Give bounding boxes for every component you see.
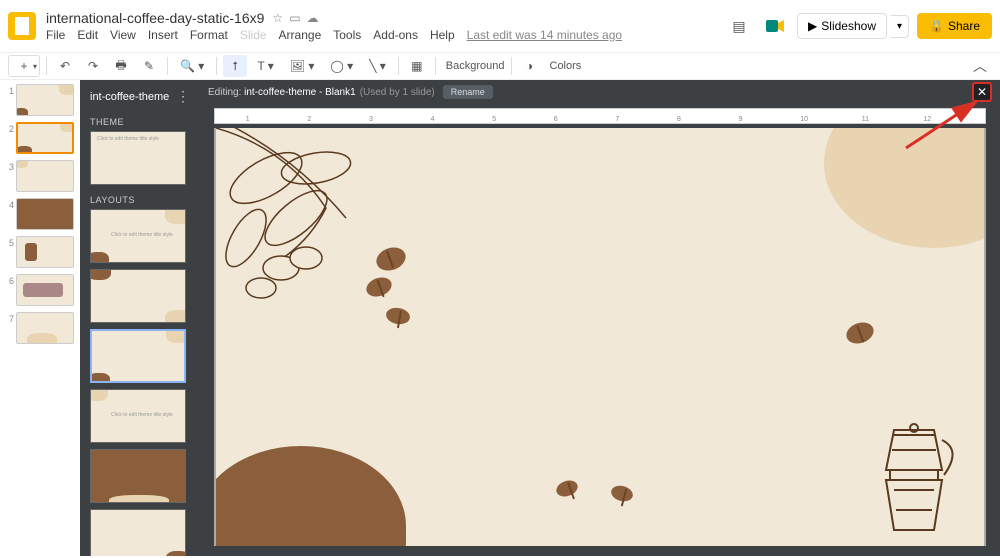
title-area: international-coffee-day-static-16x9 ☆ ▭… bbox=[46, 10, 725, 42]
last-edit-label[interactable]: Last edit was 14 minutes ago bbox=[467, 28, 622, 42]
slideshow-label: Slideshow bbox=[821, 19, 876, 33]
colors-button[interactable]: Colors bbox=[550, 60, 582, 72]
layout-thumb[interactable] bbox=[90, 269, 186, 323]
layouts-section-label: LAYOUTS bbox=[90, 191, 190, 209]
menu-view[interactable]: View bbox=[110, 28, 136, 42]
select-tool[interactable]: ⭡ bbox=[223, 55, 247, 77]
horizontal-ruler: 1 2 3 4 5 6 7 8 9 10 11 12 bbox=[214, 108, 986, 124]
coffee-bean-icon bbox=[609, 483, 634, 503]
leaf-sketch-decoration bbox=[214, 128, 446, 338]
theme-master-thumb[interactable]: Click to edit theme title style bbox=[90, 131, 186, 185]
shape-tool[interactable]: ◯ ▾ bbox=[324, 55, 359, 77]
slideshow-button[interactable]: ▶ Slideshow bbox=[797, 13, 887, 39]
slide-number: 6 bbox=[4, 274, 14, 286]
layout-thumb[interactable] bbox=[90, 509, 186, 556]
cloud-icon[interactable]: ☁ bbox=[307, 11, 319, 25]
print-button[interactable]: 🖶 bbox=[109, 55, 133, 77]
theme-panel-menu-icon[interactable]: ⋮ bbox=[176, 88, 190, 105]
editing-used: (Used by 1 slide) bbox=[360, 87, 435, 98]
slide-thumb[interactable] bbox=[16, 274, 74, 306]
close-button[interactable]: ✕ bbox=[972, 82, 992, 102]
line-tool[interactable]: ╲ ▾ bbox=[363, 55, 392, 77]
redo-button[interactable]: ↷ bbox=[81, 55, 105, 77]
layout-thumb[interactable] bbox=[90, 329, 186, 383]
slide-thumb[interactable] bbox=[16, 198, 74, 230]
menu-file[interactable]: File bbox=[46, 28, 65, 42]
slide-number: 3 bbox=[4, 160, 14, 172]
meet-icon[interactable] bbox=[761, 12, 789, 40]
menu-arrange[interactable]: Arrange bbox=[279, 28, 322, 42]
slide-canvas[interactable] bbox=[214, 128, 986, 546]
theme-panel: int-coffee-theme ⋮ THEME Click to edit t… bbox=[80, 80, 200, 556]
editor-topbar: Editing: int-coffee-theme - Blank1 (Used… bbox=[200, 80, 1000, 104]
layout-thumb[interactable]: Click to edit theme title style bbox=[90, 389, 186, 443]
slide-thumb[interactable] bbox=[16, 84, 74, 116]
text-placeholder-tool[interactable]: ▦ bbox=[405, 55, 429, 77]
layout-thumb[interactable] bbox=[90, 449, 186, 503]
tan-blob-decoration bbox=[824, 128, 986, 248]
zoom-button[interactable]: 🔍 ▾ bbox=[174, 55, 210, 77]
layout-thumb[interactable]: Click to edit theme title style bbox=[90, 209, 186, 263]
slide-thumb[interactable] bbox=[16, 236, 74, 268]
editing-prefix: Editing: bbox=[208, 87, 241, 98]
canvas-wrap bbox=[200, 124, 1000, 556]
textbox-tool[interactable]: T ▾ bbox=[251, 55, 279, 77]
header-right: ▤ ▶ Slideshow ▾ 🔒 Share bbox=[725, 12, 992, 40]
undo-button[interactable]: ↶ bbox=[53, 55, 77, 77]
menu-insert[interactable]: Insert bbox=[148, 28, 178, 42]
slide-number: 2 bbox=[4, 122, 14, 134]
slide-number: 5 bbox=[4, 236, 14, 248]
rename-button[interactable]: Rename bbox=[443, 85, 493, 99]
background-button[interactable]: Background bbox=[446, 60, 505, 72]
share-label: Share bbox=[948, 19, 980, 33]
brown-blob-decoration bbox=[214, 446, 406, 546]
editor: Editing: int-coffee-theme - Blank1 (Used… bbox=[200, 80, 1000, 556]
theme-thumbs: Click to edit theme title style LAYOUTS … bbox=[80, 131, 200, 556]
slide-thumb[interactable] bbox=[16, 122, 74, 154]
colors-icon[interactable]: ◑ bbox=[518, 55, 542, 77]
paint-format-button[interactable]: ✎ bbox=[137, 55, 161, 77]
document-title[interactable]: international-coffee-day-static-16x9 bbox=[46, 10, 264, 26]
document-title-row: international-coffee-day-static-16x9 ☆ ▭… bbox=[46, 10, 725, 26]
slide-thumb[interactable] bbox=[16, 312, 74, 344]
menu-help[interactable]: Help bbox=[430, 28, 455, 42]
comments-icon[interactable]: ▤ bbox=[725, 12, 753, 40]
coffee-bean-icon bbox=[554, 478, 580, 500]
star-icon[interactable]: ☆ bbox=[272, 11, 283, 25]
filmstrip: 1 2 3 4 5 6 7 bbox=[0, 80, 80, 556]
collapse-toolbar-button[interactable]: ︿ bbox=[968, 55, 992, 77]
theme-name: int-coffee-theme bbox=[90, 91, 169, 103]
header: international-coffee-day-static-16x9 ☆ ▭… bbox=[0, 0, 1000, 52]
slide-thumb[interactable] bbox=[16, 160, 74, 192]
coffee-bean-icon bbox=[843, 319, 876, 347]
main: 1 2 3 4 5 6 7 int-coffee-theme ⋮ THEME C… bbox=[0, 80, 1000, 556]
theme-section-label: THEME bbox=[80, 113, 200, 131]
menu-addons[interactable]: Add-ons bbox=[373, 28, 418, 42]
editing-title: int-coffee-theme - Blank1 bbox=[244, 87, 356, 98]
title-icons: ☆ ▭ ☁ bbox=[272, 11, 318, 25]
menubar: File Edit View Insert Format Slide Arran… bbox=[46, 28, 725, 42]
slide-number: 1 bbox=[4, 84, 14, 96]
slides-logo[interactable] bbox=[8, 12, 36, 40]
menu-edit[interactable]: Edit bbox=[77, 28, 98, 42]
toolbar: + ↶ ↷ 🖶 ✎ 🔍 ▾ ⭡ T ▾ 🖼 ▾ ◯ ▾ ╲ ▾ ▦ Backgr… bbox=[0, 52, 1000, 80]
menu-tools[interactable]: Tools bbox=[333, 28, 361, 42]
image-tool[interactable]: 🖼 ▾ bbox=[284, 55, 321, 77]
slide-number: 7 bbox=[4, 312, 14, 324]
slideshow-caret[interactable]: ▾ bbox=[891, 15, 909, 38]
share-button[interactable]: 🔒 Share bbox=[917, 13, 992, 39]
theme-panel-header: int-coffee-theme ⋮ bbox=[80, 80, 200, 113]
move-icon[interactable]: ▭ bbox=[289, 11, 300, 25]
new-slide-button[interactable]: + bbox=[8, 55, 40, 77]
menu-format[interactable]: Format bbox=[190, 28, 228, 42]
moka-pot-decoration bbox=[864, 420, 964, 540]
menu-slide: Slide bbox=[240, 28, 267, 42]
slide-number: 4 bbox=[4, 198, 14, 210]
